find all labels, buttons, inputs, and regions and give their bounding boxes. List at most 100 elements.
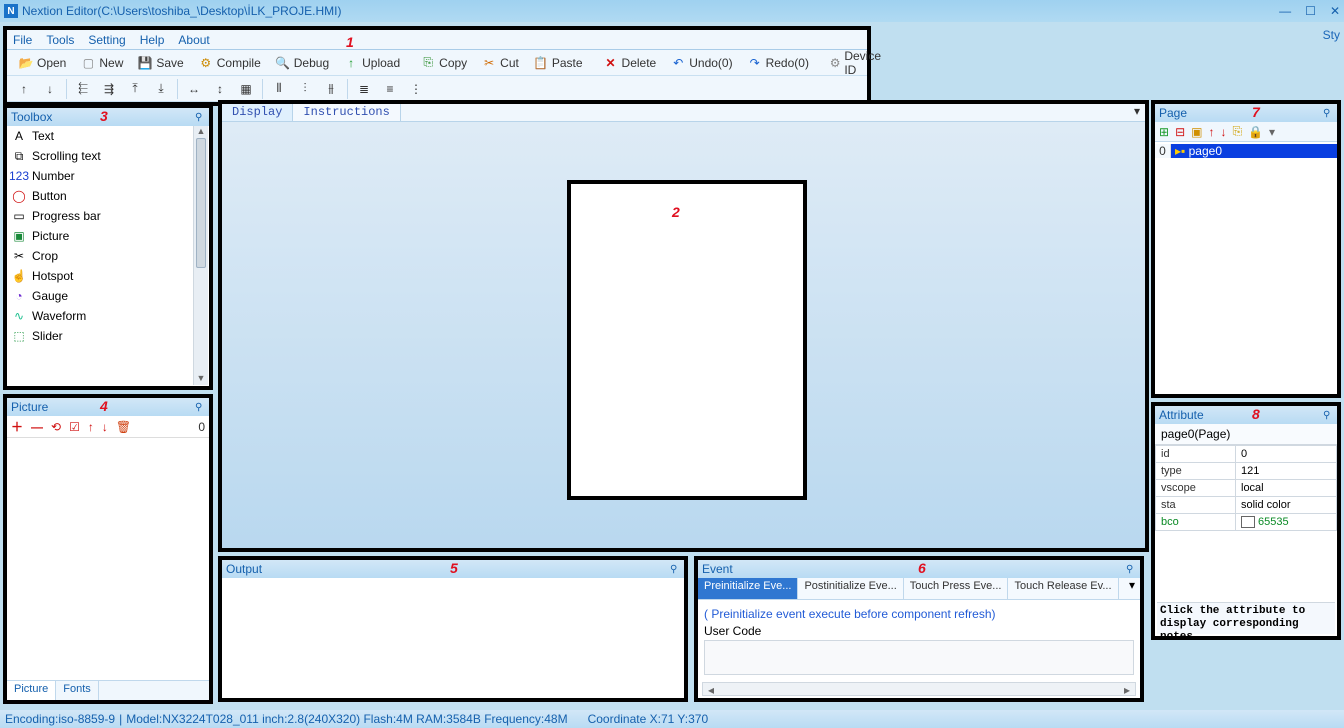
toolbox-item[interactable]: AText <box>7 126 209 146</box>
same-height-button[interactable]: ↕ <box>208 79 232 99</box>
instructions-tab[interactable]: Instructions <box>293 104 400 121</box>
page-del-button[interactable]: ⊟ <box>1175 125 1185 139</box>
redo-button[interactable]: ↷Redo(0) <box>741 53 815 73</box>
pin-icon[interactable]: ⚲ <box>670 564 680 575</box>
page-list-item[interactable]: 0 ▸▪ page0 <box>1155 142 1337 159</box>
attribute-row[interactable]: stasolid color <box>1156 497 1337 514</box>
page-up-button[interactable]: ↑ <box>1208 125 1214 139</box>
copy-button[interactable]: ⎘Copy <box>414 53 473 73</box>
pic-insert-button[interactable]: ☑ <box>69 420 80 434</box>
v-space-button[interactable]: ≣ <box>352 79 376 99</box>
pin-icon[interactable]: ⚲ <box>1126 564 1136 575</box>
toolbox-item[interactable]: 123Number <box>7 166 209 186</box>
display-tab[interactable]: Display <box>222 104 293 121</box>
pic-delete-button[interactable]: 🗑 <box>116 420 131 434</box>
upload-button[interactable]: ↑Upload <box>337 53 406 73</box>
h-dec-button[interactable]: ⫵ <box>319 79 343 99</box>
attribute-row[interactable]: vscopelocal <box>1156 480 1337 497</box>
scroll-right-icon[interactable]: ▸ <box>1119 683 1135 695</box>
page-copy-button[interactable]: ⎘ <box>1232 124 1242 139</box>
toolbox-item[interactable]: ☝Hotspot <box>7 266 209 286</box>
page-lock-button[interactable]: 🔒 <box>1248 125 1263 139</box>
bring-front-button[interactable]: ↑ <box>12 79 36 99</box>
close-button[interactable]: ✕ <box>1330 4 1340 18</box>
pic-add-button[interactable]: ＋ <box>11 418 23 435</box>
toolbox-item[interactable]: ◯Button <box>7 186 209 206</box>
pic-replace-button[interactable]: ⟲ <box>51 420 61 434</box>
toolbox-item[interactable]: ⬚Slider <box>7 326 209 346</box>
maximize-button[interactable]: ☐ <box>1305 4 1316 18</box>
same-width-button[interactable]: ↔ <box>182 79 206 99</box>
event-h-scrollbar[interactable]: ◂ ▸ <box>702 682 1136 696</box>
menu-setting[interactable]: Setting <box>88 33 125 47</box>
touch-press-tab[interactable]: Touch Press Eve... <box>904 578 1009 599</box>
device-canvas[interactable] <box>567 180 807 500</box>
touch-release-tab[interactable]: Touch Release Ev... <box>1008 578 1118 599</box>
menu-tools[interactable]: Tools <box>46 33 74 47</box>
open-button[interactable]: 📂Open <box>12 53 72 73</box>
attr-value[interactable]: 121 <box>1236 463 1337 480</box>
page-add-button[interactable]: ⊞ <box>1159 125 1169 139</box>
v-inc-button[interactable]: ≡ <box>378 79 402 99</box>
toolbox-item[interactable]: ▣Picture <box>7 226 209 246</box>
new-button[interactable]: ▢New <box>74 53 129 73</box>
scroll-up-icon[interactable]: ▲ <box>194 126 208 138</box>
page-down-button[interactable]: ↓ <box>1220 125 1226 139</box>
device-id-button[interactable]: ⚙Device ID <box>823 47 891 79</box>
align-right-button[interactable]: ⇶ <box>97 79 121 99</box>
attr-value[interactable]: 0 <box>1236 446 1337 463</box>
minimize-button[interactable]: — <box>1279 4 1291 18</box>
attribute-object[interactable]: page0(Page) <box>1155 424 1337 445</box>
align-bottom-button[interactable]: ⤓ <box>149 79 173 99</box>
user-code-input[interactable] <box>704 640 1134 675</box>
send-back-button[interactable]: ↓ <box>38 79 62 99</box>
page-insert-button[interactable]: ▣ <box>1191 125 1202 139</box>
pin-icon[interactable]: ⚲ <box>195 402 205 413</box>
menu-help[interactable]: Help <box>140 33 165 47</box>
compile-button[interactable]: ⚙Compile <box>192 53 267 73</box>
h-space-button[interactable]: ⫴ <box>267 79 291 99</box>
toolbox-item[interactable]: ∿Waveform <box>7 306 209 326</box>
attr-value[interactable]: solid color <box>1236 497 1337 514</box>
debug-button[interactable]: 🔍Debug <box>269 53 335 73</box>
align-top-button[interactable]: ⤒ <box>123 79 147 99</box>
toolbox-item[interactable]: ▭Progress bar <box>7 206 209 226</box>
undo-button[interactable]: ↶Undo(0) <box>664 53 738 73</box>
page-more-icon[interactable]: ▾ <box>1269 125 1275 139</box>
attribute-row[interactable]: type121 <box>1156 463 1337 480</box>
same-size-button[interactable]: ▦ <box>234 79 258 99</box>
attr-value[interactable]: 65535 <box>1236 514 1337 531</box>
menu-about[interactable]: About <box>178 33 209 47</box>
pin-icon[interactable]: ⚲ <box>1323 410 1333 421</box>
pic-up-button[interactable]: ↑ <box>88 420 94 434</box>
postinit-tab[interactable]: Postinitialize Eve... <box>798 578 903 599</box>
v-dec-button[interactable]: ⋮ <box>404 79 428 99</box>
scroll-left-icon[interactable]: ◂ <box>703 683 719 695</box>
event-tab-dropdown-icon[interactable]: ▾ <box>1124 578 1140 599</box>
preinit-tab[interactable]: Preinitialize Eve... <box>698 578 798 599</box>
toolbox-item[interactable]: ◔Gauge <box>7 286 209 306</box>
align-left-button[interactable]: ⬱ <box>71 79 95 99</box>
pic-down-button[interactable]: ↓ <box>102 420 108 434</box>
pic-remove-button[interactable]: — <box>31 420 43 434</box>
attr-value[interactable]: local <box>1236 480 1337 497</box>
scroll-down-icon[interactable]: ▼ <box>194 373 208 385</box>
fonts-tab[interactable]: Fonts <box>56 681 99 700</box>
attribute-row[interactable]: id0 <box>1156 446 1337 463</box>
attribute-row[interactable]: bco65535 <box>1156 514 1337 531</box>
style-link[interactable]: Sty <box>1323 28 1340 42</box>
picture-tab[interactable]: Picture <box>7 681 56 700</box>
pin-icon[interactable]: ⚲ <box>1323 108 1333 119</box>
save-button[interactable]: 💾Save <box>131 53 189 73</box>
paste-button[interactable]: 📋Paste <box>527 53 589 73</box>
cut-icon: ✂ <box>481 55 497 71</box>
toolbox-item[interactable]: ✂Crop <box>7 246 209 266</box>
pin-icon[interactable]: ⚲ <box>195 112 205 123</box>
toolbox-scrollbar[interactable]: ▲ ▼ <box>193 126 208 385</box>
toolbox-item[interactable]: ⧉Scrolling text <box>7 146 209 166</box>
cut-button[interactable]: ✂Cut <box>475 53 525 73</box>
h-inc-button[interactable]: ⫶ <box>293 79 317 99</box>
canvas-tab-dropdown-icon[interactable]: ▾ <box>1129 104 1145 121</box>
menu-file[interactable]: File <box>13 33 32 47</box>
delete-button[interactable]: ✕Delete <box>597 53 663 73</box>
